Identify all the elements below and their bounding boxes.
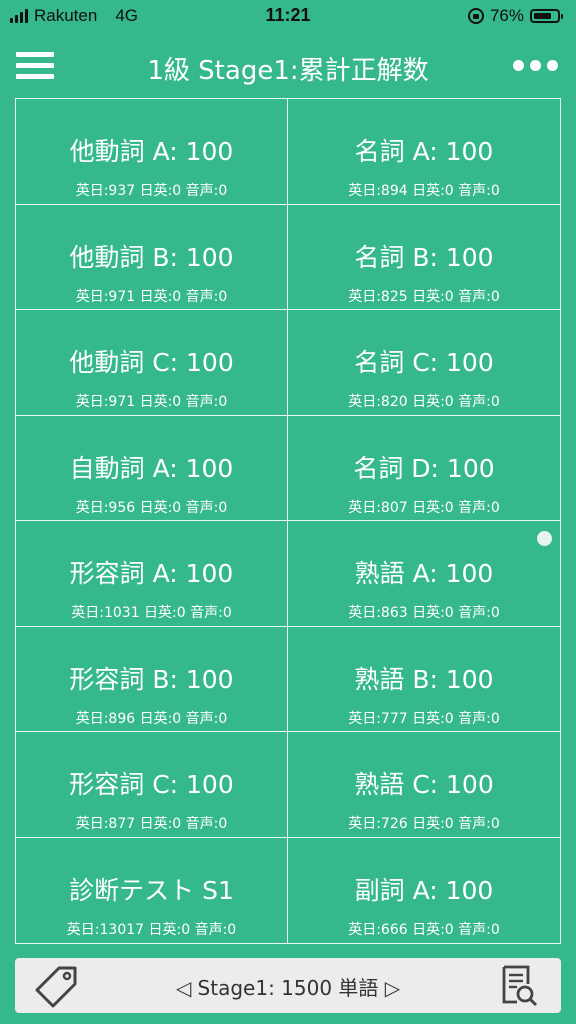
stage-selector[interactable]: ◁ Stage1: 1500 単語 ▷ <box>85 972 491 1001</box>
category-cell[interactable]: 診断テスト S1 英日:13017 日英:0 音声:0 <box>16 837 288 943</box>
status-right: 76% <box>467 6 563 26</box>
tag-icon[interactable] <box>35 964 79 1008</box>
category-stats: 英日:777 日英:0 音声:0 <box>348 710 500 727</box>
document-search-icon[interactable] <box>499 964 539 1008</box>
category-title: 名詞 B: 100 <box>354 242 494 272</box>
battery-icon <box>530 9 563 23</box>
orientation-lock-icon <box>467 8 484 24</box>
category-stats: 英日:726 日英:0 音声:0 <box>348 816 500 832</box>
category-stats: 英日:956 日英:0 音声:0 <box>75 499 228 516</box>
category-cell[interactable]: 名詞 A: 100 英日:894 日英:0 音声:0 <box>288 99 560 205</box>
category-stats: 英日:896 日英:0 音声:0 <box>75 710 228 727</box>
category-title: 他動詞 C: 100 <box>69 348 234 377</box>
category-title: 形容詞 B: 100 <box>69 664 234 694</box>
category-title: 名詞 A: 100 <box>354 137 494 166</box>
status-bar: Rakuten 4G 11:21 76% <box>0 0 576 34</box>
category-stats: 英日:971 日英:0 音声:0 <box>75 394 228 410</box>
category-title: 副詞 A: 100 <box>354 875 494 905</box>
more-dots-icon[interactable] <box>513 60 558 71</box>
category-cell[interactable]: 他動詞 C: 100 英日:971 日英:0 音声:0 <box>16 310 288 416</box>
battery-percent: 76% <box>489 6 524 25</box>
scroll-indicator[interactable] <box>537 531 552 546</box>
hamburger-menu-icon[interactable] <box>16 52 54 80</box>
category-stats: 英日:13017 日英:0 音声:0 <box>66 921 237 938</box>
category-cell[interactable]: 名詞 D: 100 英日:807 日英:0 音声:0 <box>288 416 560 521</box>
category-cell[interactable]: 熟語 C: 100 英日:726 日英:0 音声:0 <box>288 732 560 838</box>
category-title: 他動詞 A: 100 <box>69 137 234 166</box>
category-stats: 英日:937 日英:0 音声:0 <box>75 183 228 199</box>
category-cell[interactable]: 自動詞 A: 100 英日:956 日英:0 音声:0 <box>16 415 288 521</box>
category-stats: 英日:807 日英:0 音声:0 <box>348 499 500 516</box>
category-cell[interactable]: 名詞 B: 100 英日:825 日英:0 音声:0 <box>288 205 560 310</box>
category-title: 診断テスト S1 <box>69 875 234 905</box>
category-stats: 英日:1031 日英:0 音声:0 <box>71 605 232 621</box>
category-cell[interactable]: 熟語 A: 100 英日:863 日英:0 音声:0 <box>288 521 560 627</box>
category-cell[interactable]: 熟語 B: 100 英日:777 日英:0 音声:0 <box>288 627 560 732</box>
category-stats: 英日:825 日英:0 音声:0 <box>348 288 500 305</box>
category-stats: 英日:863 日英:0 音声:0 <box>348 605 500 621</box>
category-stats: 英日:971 日英:0 音声:0 <box>75 288 228 305</box>
category-stats: 英日:666 日英:0 音声:0 <box>348 921 500 938</box>
category-cell[interactable]: 他動詞 A: 100 英日:937 日英:0 音声:0 <box>16 99 288 205</box>
bottom-bar: ◁ Stage1: 1500 単語 ▷ <box>15 958 561 1013</box>
category-title: 自動詞 A: 100 <box>69 453 234 483</box>
category-title: 熟語 C: 100 <box>354 770 494 799</box>
page-title: 1級 Stage1:累計正解数 <box>147 56 429 86</box>
category-title: 熟語 A: 100 <box>354 559 494 588</box>
category-title: 形容詞 C: 100 <box>69 770 234 799</box>
category-title: 形容詞 A: 100 <box>69 559 234 588</box>
category-stats: 英日:894 日英:0 音声:0 <box>348 183 500 199</box>
category-cell[interactable]: 形容詞 B: 100 英日:896 日英:0 音声:0 <box>16 626 288 732</box>
category-title: 他動詞 B: 100 <box>69 242 234 272</box>
category-cell[interactable]: 名詞 C: 100 英日:820 日英:0 音声:0 <box>288 310 560 416</box>
category-cell[interactable]: 形容詞 C: 100 英日:877 日英:0 音声:0 <box>16 732 288 838</box>
category-title: 熟語 B: 100 <box>354 664 494 694</box>
category-stats: 英日:877 日英:0 音声:0 <box>75 816 228 832</box>
category-stats: 英日:820 日英:0 音声:0 <box>348 394 500 410</box>
category-cell[interactable]: 副詞 A: 100 英日:666 日英:0 音声:0 <box>288 838 560 944</box>
category-title: 名詞 D: 100 <box>353 453 495 483</box>
category-title: 名詞 C: 100 <box>354 348 494 377</box>
category-cell[interactable]: 他動詞 B: 100 英日:971 日英:0 音声:0 <box>16 204 288 310</box>
category-cell[interactable]: 形容詞 A: 100 英日:1031 日英:0 音声:0 <box>16 521 288 627</box>
nav-bar: 1級 Stage1:累計正解数 <box>0 40 576 92</box>
category-grid: 他動詞 A: 100 英日:937 日英:0 音声:0 名詞 A: 100 英日:89… <box>15 98 561 944</box>
battery-fill <box>534 13 551 19</box>
